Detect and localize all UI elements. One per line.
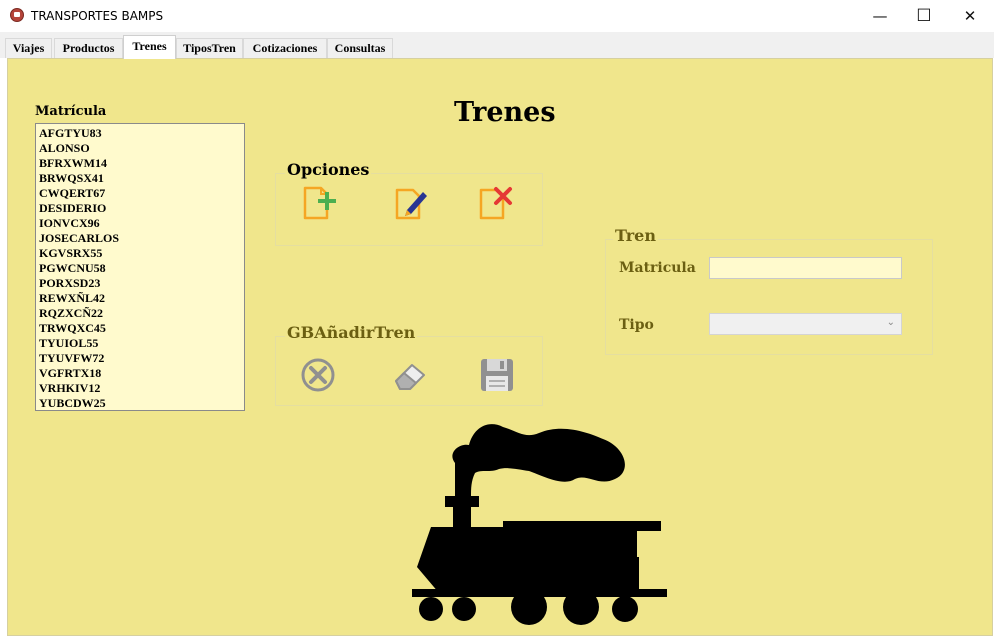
tipo-select[interactable]: ⌄ [709,313,902,335]
delete-document-icon [479,187,512,220]
close-button[interactable]: ✕ [947,0,993,32]
delete-button[interactable] [477,184,517,224]
matricula-list-label: Matrícula [35,104,107,119]
tab-consultas[interactable]: Consultas [327,38,393,58]
list-item[interactable]: VGFRTX18 [39,366,244,381]
wheel [419,597,443,621]
list-item[interactable]: TRWQXC45 [39,321,244,336]
tab-trenes[interactable]: Trenes [123,35,176,59]
title-bar: TRANSPORTES BAMPS — ☐ ✕ [0,0,994,32]
list-item[interactable]: PGWCNU58 [39,261,244,276]
chevron-down-icon: ⌄ [886,317,895,328]
matricula-field[interactable] [709,257,902,279]
tab-strip: Viajes Productos Trenes TiposTren Cotiza… [0,32,994,59]
list-item[interactable]: AFGTYU83 [39,126,244,141]
chimney [453,507,471,527]
cab-roof [503,521,661,531]
list-item[interactable]: BFRXWM14 [39,156,244,171]
window-title: TRANSPORTES BAMPS [31,9,164,23]
trenes-panel: Matrícula AFGTYU83 ALONSO BFRXWM14 BRWQSX41… [7,58,993,636]
edit-button[interactable] [393,184,433,224]
wheel [563,589,599,625]
list-item[interactable]: PORXSD23 [39,276,244,291]
tab-tipostren[interactable]: TiposTren [176,38,243,58]
save-button [477,355,517,395]
list-item[interactable]: DESIDERIO [39,201,244,216]
list-item[interactable]: IONVCX96 [39,216,244,231]
eraser-icon [395,364,425,390]
list-item[interactable]: BRWQSX41 [39,171,244,186]
page-title: Trenes [454,97,556,128]
tab-productos[interactable]: Productos [54,38,123,58]
app-icon [10,8,24,22]
tab-viajes[interactable]: Viajes [5,38,52,58]
tipo-field-label: Tipo [619,317,654,333]
minimize-button[interactable]: — [857,0,903,32]
list-item[interactable]: ALONSO [39,141,244,156]
maximize-button[interactable]: ☐ [901,0,947,32]
smoke-cloud [452,424,625,496]
edit-document-icon [395,188,427,220]
clear-button [390,355,430,395]
tab-cotizaciones[interactable]: Cotizaciones [243,38,327,58]
gb-anadir-tren-label: GBAñadirTren [285,323,418,342]
list-item[interactable]: TYUIOL55 [39,336,244,351]
list-item[interactable]: JOSECARLOS [39,231,244,246]
add-button[interactable] [301,184,341,224]
wheel [511,589,547,625]
cab [513,531,637,561]
list-item[interactable]: YUBCDW25 [39,396,244,410]
list-item[interactable]: KGVSRX55 [39,246,244,261]
cancel-icon [301,358,335,392]
list-item[interactable]: VRHKIV12 [39,381,244,396]
list-item[interactable]: RQZXCÑ22 [39,306,244,321]
locomotive-illustration [412,424,667,625]
save-icon [481,359,513,391]
list-item[interactable]: CWQERT67 [39,186,244,201]
list-item[interactable]: TYUVFW72 [39,351,244,366]
chimney-cap [445,496,479,507]
matricula-field-label: Matricula [619,260,696,276]
tren-label: Tren [613,226,658,245]
matricula-listbox[interactable]: AFGTYU83 ALONSO BFRXWM14 BRWQSX41 CWQERT67 DE… [35,123,245,411]
wheel [452,597,476,621]
list-item[interactable]: REWXÑL42 [39,291,244,306]
opciones-label: Opciones [285,160,372,179]
cancel-button [298,355,338,395]
add-document-icon [303,186,336,220]
wheel [612,596,638,622]
